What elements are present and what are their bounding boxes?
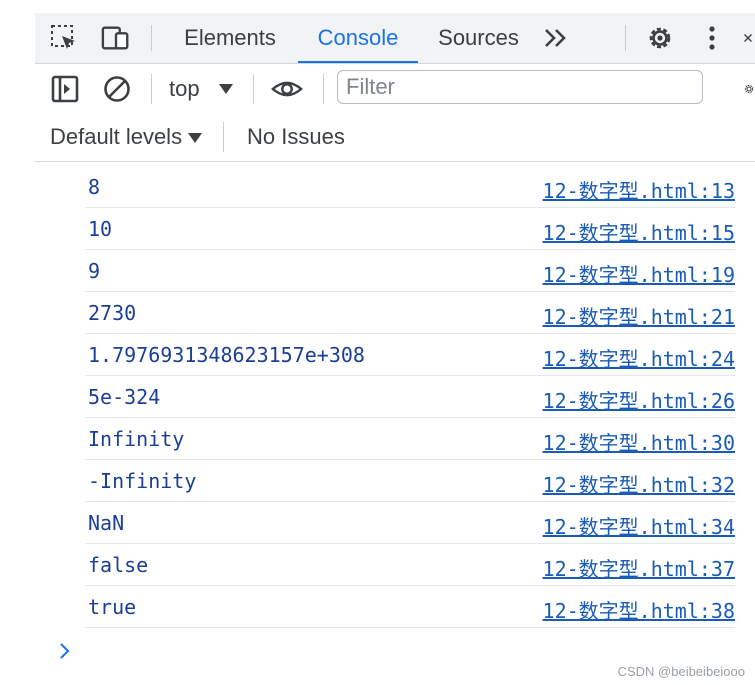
log-levels-dropdown[interactable]: Default levels: [50, 124, 182, 150]
sidebar-toggle-icon[interactable]: [49, 73, 81, 105]
toolbar-divider: [151, 25, 152, 51]
console-message-row: 1.7976931348623157e+308 12-数字型.html:24: [85, 334, 735, 376]
watermark: CSDN @beibeibeiooo: [617, 664, 745, 679]
eye-icon[interactable]: [271, 73, 303, 105]
source-link[interactable]: 12-数字型.html:32: [543, 469, 735, 498]
prompt-chevron-icon[interactable]: [57, 641, 73, 661]
devtools-panel: Elements Console Sources top Filter Defa…: [35, 13, 755, 685]
console-message-text: 5e-324: [88, 385, 161, 409]
tab-sources[interactable]: Sources: [431, 13, 526, 63]
toolbar-divider: [151, 74, 152, 104]
console-message-text: 8: [88, 175, 101, 199]
issues-counter[interactable]: No Issues: [247, 124, 345, 150]
console-message-row: NaN 12-数字型.html:34: [85, 502, 735, 544]
console-message-text: 2730: [88, 301, 137, 325]
source-link[interactable]: 12-数字型.html:24: [543, 343, 735, 372]
console-message-row: 5e-324 12-数字型.html:26: [85, 376, 735, 418]
console-message-row: 9 12-数字型.html:19: [85, 250, 735, 292]
source-link[interactable]: 12-数字型.html:13: [543, 175, 735, 204]
gear-icon[interactable]: [645, 23, 675, 53]
context-selector[interactable]: top: [169, 74, 200, 104]
tab-elements[interactable]: Elements: [175, 13, 285, 63]
inspect-icon[interactable]: [49, 23, 79, 53]
source-link[interactable]: 12-数字型.html:19: [543, 259, 735, 288]
console-message-text: NaN: [88, 511, 125, 535]
console-messages: 8 12-数字型.html:13 10 12-数字型.html:15 9 12-数字型.h…: [35, 166, 755, 628]
console-message-text: 1.7976931348623157e+308: [88, 343, 365, 367]
console-message-text: false: [88, 553, 149, 577]
clear-console-icon[interactable]: [101, 73, 133, 105]
console-message-row: 8 12-数字型.html:13: [85, 166, 735, 208]
close-icon[interactable]: [743, 23, 755, 53]
dropdown-arrow-icon[interactable]: [188, 133, 202, 143]
source-link[interactable]: 12-数字型.html:30: [543, 427, 735, 456]
dropdown-arrow-icon[interactable]: [219, 84, 233, 94]
console-message-text: -Infinity: [88, 469, 197, 493]
more-tabs-icon[interactable]: [541, 23, 571, 53]
levels-bar: Default levels No Issues: [35, 114, 755, 162]
console-message-row: 10 12-数字型.html:15: [85, 208, 735, 250]
console-message-text: 9: [88, 259, 101, 283]
console-message-text: Infinity: [88, 427, 185, 451]
tab-console[interactable]: Console: [298, 13, 418, 63]
device-toggle-icon[interactable]: [101, 23, 131, 53]
toolbar-divider: [323, 74, 324, 104]
source-link[interactable]: 12-数字型.html:38: [543, 595, 735, 624]
console-message-text: 10: [88, 217, 113, 241]
source-link[interactable]: 12-数字型.html:21: [543, 301, 735, 330]
filter-input[interactable]: [337, 70, 703, 104]
toolbar-divider: [253, 74, 254, 104]
console-toolbar: top: [35, 64, 755, 114]
console-message-row: 2730 12-数字型.html:21: [85, 292, 735, 334]
console-message-row: -Infinity 12-数字型.html:32: [85, 460, 735, 502]
toolbar-divider: [625, 25, 626, 51]
source-link[interactable]: 12-数字型.html:26: [543, 385, 735, 414]
toolbar-divider: [223, 122, 224, 152]
source-link[interactable]: 12-数字型.html:15: [543, 217, 735, 246]
devtools-tab-bar: Elements Console Sources: [35, 13, 755, 64]
source-link[interactable]: 12-数字型.html:34: [543, 511, 735, 540]
console-message-row: true 12-数字型.html:38: [85, 586, 735, 628]
console-message-text: true: [88, 595, 137, 619]
kebab-menu-icon[interactable]: [697, 23, 727, 53]
settings-icon[interactable]: [743, 73, 755, 105]
source-link[interactable]: 12-数字型.html:37: [543, 553, 735, 582]
console-message-row: false 12-数字型.html:37: [85, 544, 735, 586]
console-message-row: Infinity 12-数字型.html:30: [85, 418, 735, 460]
